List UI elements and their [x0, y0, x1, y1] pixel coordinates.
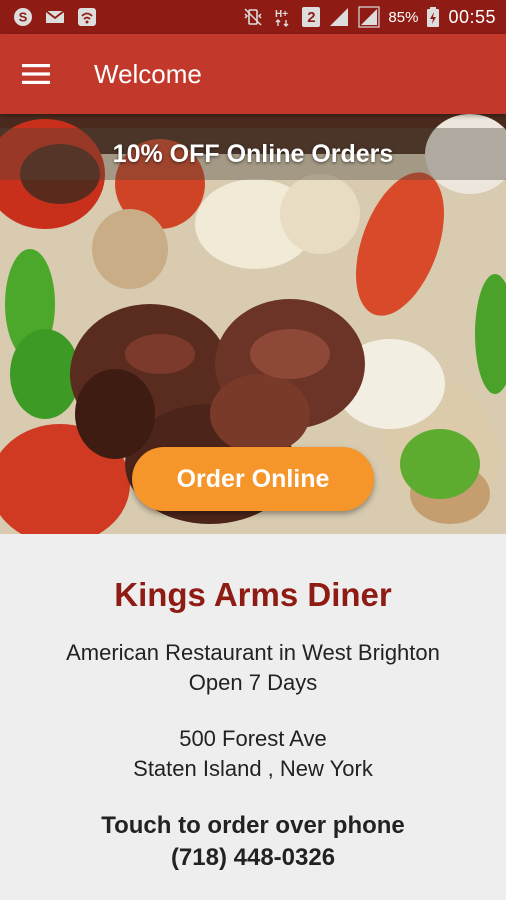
hamburger-menu-icon [22, 62, 50, 86]
promo-banner: 10% OFF Online Orders [0, 128, 506, 180]
battery-percent: 85% [388, 8, 419, 26]
hero-banner: 10% OFF Online Orders Order Online [0, 114, 506, 534]
data-hplus-icon: H+ [272, 6, 294, 28]
mail-icon [44, 6, 66, 28]
address-street: 500 Forest Ave [179, 726, 327, 751]
restaurant-address: 500 Forest Ave Staten Island , New York [0, 724, 506, 784]
clock: 00:55 [448, 6, 496, 27]
wifi-call-icon [76, 6, 98, 28]
restaurant-info: Kings Arms Diner American Restaurant in … [0, 534, 506, 900]
restaurant-description: American Restaurant in West Brighton Ope… [0, 638, 506, 698]
phone-prompt: Touch to order over phone [101, 812, 405, 839]
hours-line: Open 7 Days [188, 670, 318, 695]
app-bar: Welcome [0, 34, 506, 114]
skype-icon: S [12, 6, 34, 28]
svg-text:S: S [19, 10, 28, 25]
vibrate-icon [242, 6, 264, 28]
signal-icon [328, 6, 350, 28]
svg-text:H+: H+ [275, 9, 288, 20]
restaurant-name: Kings Arms Diner [114, 576, 392, 613]
phone-number[interactable]: (718) 448-0326 [0, 842, 506, 874]
sim-badge: 2 [302, 7, 321, 27]
address-city: Staten Island , New York [133, 756, 373, 781]
status-bar: S H+ 2 85% 00:55 [0, 0, 506, 34]
page-title: Welcome [94, 58, 202, 89]
description-line: American Restaurant in West Brighton [66, 640, 440, 665]
call-to-order[interactable]: Touch to order over phone (718) 448-0326 [0, 810, 506, 874]
menu-button[interactable] [6, 44, 66, 104]
signal-icon-2 [358, 6, 381, 28]
order-online-button[interactable]: Order Online [132, 447, 374, 511]
battery-charging-icon [426, 6, 440, 28]
